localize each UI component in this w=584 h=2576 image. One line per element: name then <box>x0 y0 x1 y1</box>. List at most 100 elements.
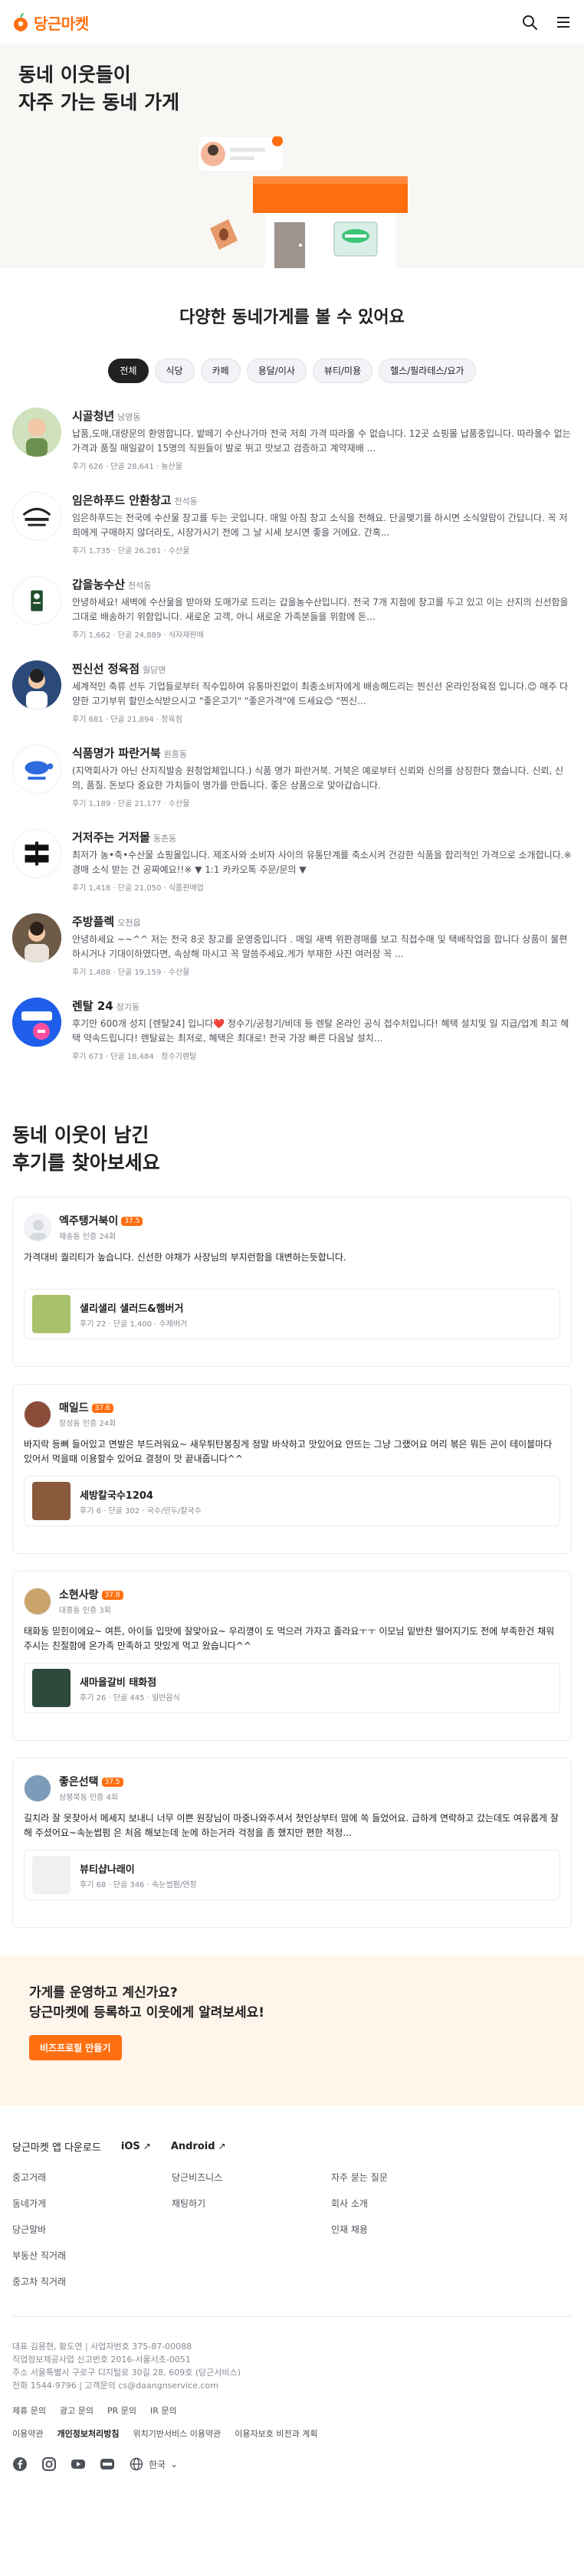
chip-cafe[interactable]: 카페 <box>200 359 241 383</box>
store-location: 장기동 <box>116 1002 140 1012</box>
review-text: 가격대비 퀄리티가 높습니다. 신선한 야채가 사장님의 부지런함을 대변하는듯… <box>24 1252 346 1263</box>
reviewer-sub: 재송동 인증 24회 <box>59 1233 116 1241</box>
reviewed-store-card[interactable]: 샐리샐리 샐러드&햄버거 후기 22 · 단골 1,400 · 수제버거 <box>24 1289 560 1339</box>
store-item[interactable]: 찐신선 정육점 월당면 세계적인 축류 선두 기업들로부터 직수입하여 유통마진없… <box>12 645 572 729</box>
store-meta: 후기 68 · 단골 346 · 속눈썹펌/연장 <box>80 1880 197 1889</box>
store-thumbnail <box>12 660 61 710</box>
manner-temp-badge: 37.8 <box>101 1591 123 1600</box>
reviewer-name: 좋은선택 <box>59 1776 99 1788</box>
language-selector[interactable]: 한국 ⌄ <box>129 2456 178 2472</box>
footer-link[interactable] <box>172 2249 331 2264</box>
footer-divider <box>12 2316 572 2317</box>
privacy-policy-link[interactable]: 개인정보처리방침 <box>57 2427 119 2440</box>
review-list: 엑주탱거북이 37.5 재송동 인증 24회 가격대비 퀄리티가 높습니다. 신선… <box>0 1177 584 1928</box>
chevron-down-icon: ⌄ <box>170 2459 179 2469</box>
reviewer-sub: 대흥동 인증 3회 <box>59 1607 111 1615</box>
store-location: 오천읍 <box>117 918 141 928</box>
blog-icon[interactable] <box>100 2456 115 2472</box>
chip-restaurant[interactable]: 식당 <box>154 359 195 383</box>
footer-links: 중고거래 당근비즈니스 자주 묻는 질문 동네가게 채팅하기 회사 소개 당근알… <box>12 2171 572 2290</box>
search-icon[interactable] <box>521 14 538 31</box>
ir-inquiry-link[interactable]: IR 문의 <box>150 2404 177 2417</box>
storefront-illustration <box>197 136 408 268</box>
store-item[interactable]: 렌탈 24 장기동 후기만 600개 성지 [렌탈24] 입니다❤️ 정수기/공청… <box>12 982 572 1067</box>
globe-icon <box>130 2457 143 2471</box>
chip-fitness[interactable]: 헬스/필라테스/요가 <box>379 359 476 383</box>
facebook-icon[interactable] <box>12 2456 28 2472</box>
review-card[interactable]: 좋은선택 37.5 상봉북동 인증 4회 길치라 잘 못찾아서 메세지 보내니 너… <box>12 1758 572 1928</box>
category-chips: 전체 식당 카페 용달/이사 뷰티/미용 헬스/필라테스/요가 <box>0 359 584 383</box>
avatar <box>24 1400 51 1428</box>
store-item[interactable]: 갑을농수산 천석동 안녕하세요! 새벽에 수산물을 받아와 도매가로 드리는 갑을… <box>12 561 572 645</box>
footer-link[interactable] <box>172 2223 331 2238</box>
footer-link[interactable]: 부동산 직거래 <box>12 2249 172 2264</box>
terms-link[interactable]: 이용약관 <box>12 2427 43 2440</box>
reviewed-store-card[interactable]: 뷰티샵나래이 후기 68 · 단골 346 · 속눈썹펌/연장 <box>24 1850 560 1900</box>
reviewer-sub: 상봉북동 인증 4회 <box>59 1794 119 1802</box>
store-meta: 후기 26 · 단골 445 · 일반음식 <box>80 1693 180 1703</box>
partnership-inquiry-link[interactable]: 제휴 문의 <box>12 2404 46 2417</box>
brand-name: 당근마켓 <box>34 14 89 33</box>
store-thumbnail <box>32 1669 71 1707</box>
store-name: 뷰티샵나래이 <box>80 1863 135 1876</box>
store-list: 시골청년 남영동 납품,도매,대량문의 환영합니다. 밭떼기 수산나가마 전국 저… <box>0 383 584 1067</box>
footer-link[interactable]: 당근알바 <box>12 2223 172 2238</box>
footer: 당근마켓 앱 다운로드 iOS ↗ Android ↗ 중고거래 당근비즈니스 자주… <box>0 2106 584 2472</box>
footer-link[interactable] <box>172 2275 331 2290</box>
store-item[interactable]: 임은하푸드 안환창고 천석동 임은하푸드는 전국에 수산물 창고를 두는 곳입니다… <box>12 477 572 561</box>
chip-moving[interactable]: 용달/이사 <box>246 359 307 383</box>
chip-all[interactable]: 전체 <box>108 359 149 383</box>
stores-section-title: 다양한 동네가게를 볼 수 있어요 <box>179 308 405 327</box>
menu-icon[interactable] <box>555 14 572 31</box>
manner-temp-badge: 37.5 <box>101 1778 123 1787</box>
store-meta: 후기 22 · 단골 1,400 · 수제버거 <box>80 1319 188 1329</box>
inquiry-links: 제휴 문의 광고 문의 PR 문의 IR 문의 <box>12 2404 572 2417</box>
brand-logo[interactable]: 당근마켓 <box>12 11 89 34</box>
store-meta: 후기 626 · 단골 28,641 · 농산물 <box>72 463 182 471</box>
user-protection-link[interactable]: 이용자보호 비전과 계획 <box>235 2427 317 2440</box>
reviewer-sub: 장성동 인증 24회 <box>59 1420 116 1428</box>
store-item[interactable]: 시골청년 남영동 납품,도매,대량문의 환영합니다. 밭떼기 수산나가마 전국 저… <box>12 392 572 477</box>
chip-beauty[interactable]: 뷰티/미용 <box>312 359 373 383</box>
reviewer-name: 매일드 <box>59 1402 89 1414</box>
ios-label: iOS <box>120 2141 140 2152</box>
review-card[interactable]: 엑주탱거북이 37.5 재송동 인증 24회 가격대비 퀄리티가 높습니다. 신선… <box>12 1197 572 1367</box>
footer-link[interactable]: 중고차 직거래 <box>12 2275 172 2290</box>
business-cta: 가게를 운영하고 계신가요? 당근마켓에 등록하고 이웃에게 알려보세요! 비즈… <box>0 1955 584 2106</box>
location-terms-link[interactable]: 위치기반서비스 이용약관 <box>133 2427 221 2440</box>
create-bizprofile-button[interactable]: 비즈프로필 만들기 <box>29 2035 122 2060</box>
store-item[interactable]: 거저주는 거저몰 동촌동 최저가 농•축•수산물 쇼핑몰입니다. 제조사와 소비자… <box>12 814 572 898</box>
footer-link[interactable]: 중고거래 <box>12 2171 172 2186</box>
store-item[interactable]: 주방플렉 오천읍 안녕하세요 ~~^^ 저는 전국 8곳 창고를 운영중입니다 .… <box>12 898 572 982</box>
reviewed-store-card[interactable]: 세방칼국수1204 후기 6 · 단골 302 · 국수/만두/칼국수 <box>24 1476 560 1526</box>
manner-temp-badge: 37.6 <box>91 1404 113 1413</box>
store-description: 안녕하세요 ~~^^ 저는 전국 8곳 창고를 운영중입니다 . 매일 새벽 위… <box>72 934 568 959</box>
reviewed-store-card[interactable]: 새마을갈비 태화점 후기 26 · 단골 445 · 일반음식 <box>24 1663 560 1713</box>
store-meta: 후기 681 · 단골 21,894 · 정육점 <box>72 716 182 724</box>
store-thumbnail <box>12 492 61 541</box>
review-card[interactable]: 소현사랑 37.8 대흥동 인증 3회 태화동 믿힌이에요~ 여튼, 아이들 입맛… <box>12 1571 572 1741</box>
ad-inquiry-link[interactable]: 광고 문의 <box>60 2404 94 2417</box>
instagram-icon[interactable] <box>41 2456 57 2472</box>
footer-link[interactable] <box>331 2249 490 2264</box>
youtube-icon[interactable] <box>71 2456 86 2472</box>
store-item[interactable]: 식품명가 파란거북 원흥동 (지역회사가 아닌 산지직발송 원청업체입니다.) 식… <box>12 729 572 814</box>
android-download-link[interactable]: Android ↗ <box>171 2141 226 2152</box>
pr-inquiry-link[interactable]: PR 문의 <box>107 2404 136 2417</box>
store-name: 샐리샐리 샐러드&햄버거 <box>80 1303 184 1315</box>
footer-link[interactable]: 당근비즈니스 <box>172 2171 331 2186</box>
footer-link[interactable]: 회사 소개 <box>331 2197 490 2212</box>
review-card[interactable]: 매일드 37.6 장성동 인증 24회 바지락 등뼈 들어있고 면발은 부드러워요… <box>12 1384 572 1554</box>
store-thumbnail <box>12 408 61 457</box>
store-description: 최저가 농•축•수산물 쇼핑몰입니다. 제조사와 소비자 사이의 유통단계를 축… <box>72 850 572 875</box>
ios-download-link[interactable]: iOS ↗ <box>121 2141 151 2152</box>
hero-title: 동네 이웃들이 자주 가는 동네 가게 <box>18 64 180 113</box>
footer-link[interactable]: 자주 묻는 질문 <box>331 2171 490 2186</box>
footer-link[interactable] <box>331 2275 490 2290</box>
app-download-label: 당근마켓 앱 다운로드 <box>12 2142 101 2154</box>
store-thumbnail <box>12 745 61 794</box>
footer-link[interactable]: 동네가게 <box>12 2197 172 2212</box>
top-header: 당근마켓 <box>0 0 584 44</box>
footer-link[interactable]: 채팅하기 <box>172 2197 331 2212</box>
footer-link[interactable]: 인재 채용 <box>331 2223 490 2238</box>
